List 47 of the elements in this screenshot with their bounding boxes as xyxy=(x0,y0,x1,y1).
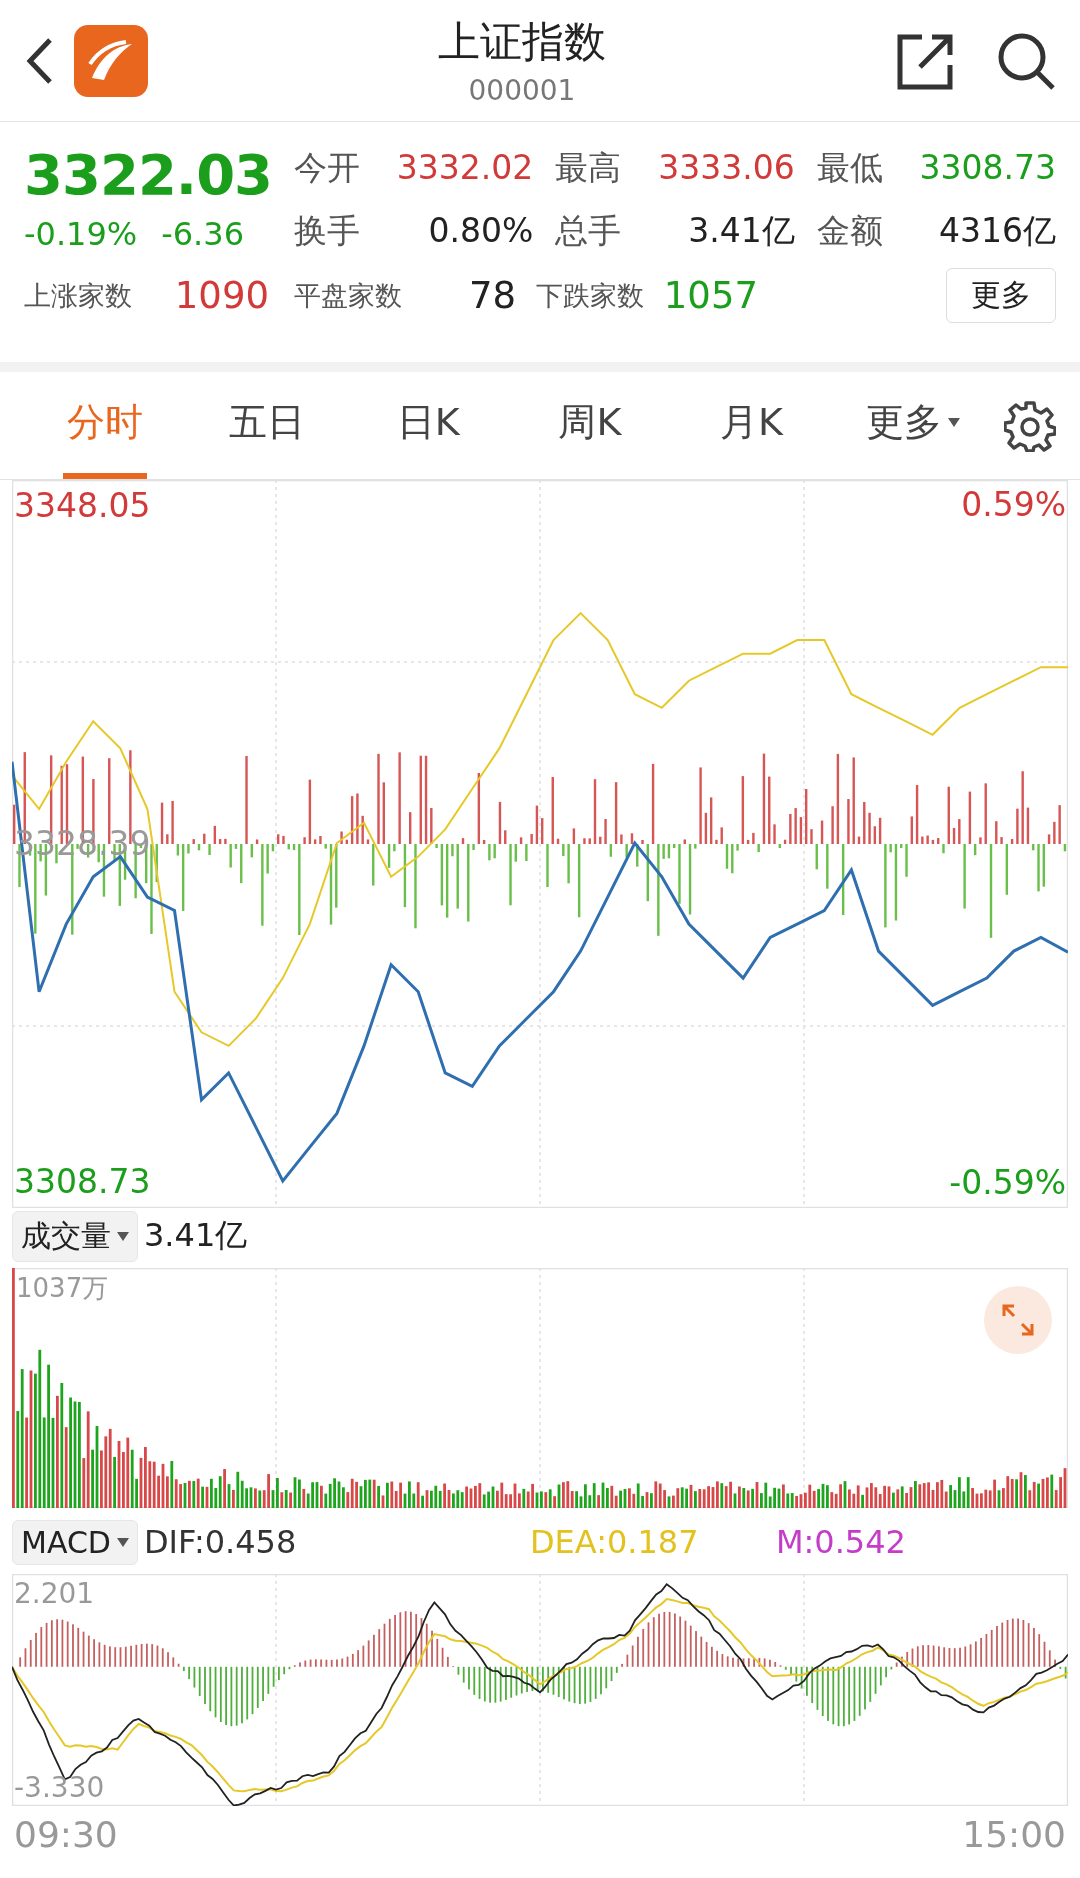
stat-label: 今开 xyxy=(294,147,360,189)
breadth-label: 上涨家数 xyxy=(24,278,132,313)
current-price: 3322.03 xyxy=(24,142,274,207)
indicator-value: DIF:0.458 xyxy=(143,1523,297,1561)
stat-label: 总手 xyxy=(555,210,622,252)
caret-icon xyxy=(117,1231,129,1241)
stat-value: 3.41亿 xyxy=(688,210,795,252)
chart-tab[interactable]: 月K xyxy=(716,372,787,479)
breadth-value: 1057 xyxy=(663,274,758,317)
stat-label: 最高 xyxy=(555,147,622,189)
chart-tab[interactable]: 周K xyxy=(554,372,626,479)
volume-max: 1037万 xyxy=(16,1274,109,1304)
chart-tab[interactable]: 五日 xyxy=(224,372,309,479)
time-end: 15:00 xyxy=(962,1814,1066,1855)
time-start: 09:30 xyxy=(14,1814,118,1855)
y-axis-label: 3348.05 xyxy=(14,485,151,525)
more-button[interactable]: 更多 xyxy=(946,268,1056,323)
percent-high: 0.59% xyxy=(961,486,1066,524)
chart-tab[interactable]: 日K xyxy=(392,372,464,479)
indicator-dropdown[interactable]: 成交量 xyxy=(12,1210,138,1262)
stat-label: 换手 xyxy=(294,210,360,252)
stat-value: 3308.73 xyxy=(919,148,1056,187)
breadth-label: 平盘家数 xyxy=(294,278,402,313)
indicator-value: DEA:0.187 xyxy=(529,1523,699,1561)
macd-high: 2.201 xyxy=(14,1578,95,1611)
stat-value: 0.80% xyxy=(428,211,534,250)
percent-low: -0.59% xyxy=(949,1164,1066,1202)
indicator-value: M:0.542 xyxy=(775,1523,906,1561)
y-axis-label: 3308.73 xyxy=(14,1162,151,1201)
macd-low: -3.330 xyxy=(14,1771,105,1804)
page-title: 上证指数 xyxy=(438,16,606,68)
settings-icon[interactable] xyxy=(1004,399,1057,452)
indicator-dropdown[interactable]: MACD xyxy=(12,1519,138,1565)
volume-total: 3.41亿 xyxy=(144,1215,248,1256)
stat-value: 4316亿 xyxy=(939,210,1056,252)
stat-value: 3332.02 xyxy=(396,148,534,187)
breadth-value: 78 xyxy=(468,274,516,317)
change-value: -6.36 xyxy=(161,215,244,253)
breadth-value: 1090 xyxy=(174,274,269,317)
chart-tab[interactable]: 更多 xyxy=(862,372,965,479)
breadth-label: 下跌家数 xyxy=(536,278,644,313)
caret-icon xyxy=(116,1537,129,1547)
stat-value: 3333.06 xyxy=(658,148,795,187)
stat-label: 金额 xyxy=(816,210,883,252)
index-code: 000001 xyxy=(468,74,576,107)
change-percent: -0.19% xyxy=(24,215,138,253)
stat-label: 最低 xyxy=(816,147,883,189)
